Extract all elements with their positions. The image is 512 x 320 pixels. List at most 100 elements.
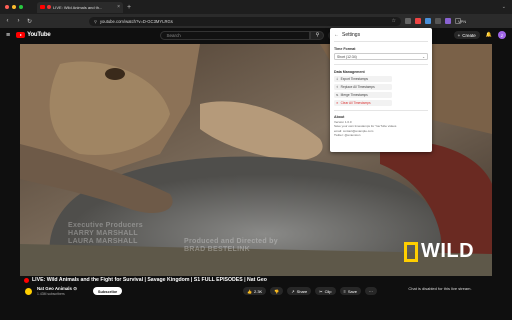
extensions-puzzle-icon[interactable] [435, 18, 441, 24]
youtube-favicon-icon [40, 5, 45, 9]
clip-label: Clip [324, 288, 332, 294]
create-button[interactable]: + Create [453, 31, 480, 39]
time-format-select[interactable]: Short (12:34) ⌄ [334, 53, 428, 60]
save-label: Save [347, 288, 357, 294]
bookmark-star-icon[interactable]: ☆ [392, 18, 396, 24]
divider [334, 109, 428, 110]
clip-button[interactable]: ✂ Clip [315, 287, 336, 295]
time-format-label: Time Format [334, 47, 356, 51]
about-line[interactable]: Twitter: @extension [334, 133, 428, 137]
back-arrow-icon[interactable]: ← [334, 32, 339, 38]
export-timestamps-button[interactable]: ⇩ Export Timestamps [334, 75, 392, 82]
credits-executive-producers: Executive Producers HARRY MARSHALL LAURA… [68, 222, 143, 246]
browser-tab-bar: LIVE: Wild Animals and th... × + ⌄ [0, 0, 512, 14]
thumbs-up-icon: 👍 [247, 288, 252, 294]
credits-name: BRAD BESTELINK [184, 246, 251, 253]
time-format-value: Short (12:34) [337, 54, 357, 59]
youtube-header: ≡ YouTube Search ⚲ ● + Create 🔔 Z [0, 28, 512, 42]
merge-timestamps-button[interactable]: ⇅ Merge Timestamps [334, 91, 392, 98]
export-timestamps-label: Export Timestamps [340, 76, 368, 81]
video-actions: 👍 2.3K 👎 ↗ Share ✂ Clip ≡ Save ··· [243, 287, 377, 295]
close-window-button[interactable] [5, 5, 9, 9]
video-title: LIVE: Wild Animals and the Fight for Sur… [24, 277, 267, 283]
subscribe-button[interactable]: Subscribe [92, 287, 123, 295]
zoom-window-button[interactable] [19, 5, 23, 9]
like-button[interactable]: 👍 2.3K [243, 287, 267, 295]
account-avatar[interactable]: Z [498, 31, 506, 39]
youtube-logo[interactable]: YouTube [16, 32, 51, 38]
clear-icon: ✕ [336, 100, 339, 105]
plus-icon: + [457, 32, 461, 38]
minimize-window-button[interactable] [12, 5, 16, 9]
data-management-label: Data Management [334, 69, 365, 74]
save-playlist-icon: ≡ [343, 288, 346, 294]
youtube-play-icon [16, 32, 26, 38]
save-button[interactable]: ≡ Save [339, 287, 361, 295]
upload-icon: ⇧ [336, 84, 339, 89]
channel-row: Nat Geo Animals ⊙ 1.43M subscribers Subs… [24, 286, 123, 296]
vpn-badge[interactable]: VPN [455, 18, 466, 24]
tab-close-icon[interactable]: × [117, 4, 120, 10]
video-title-text: LIVE: Wild Animals and the Fight for Sur… [32, 277, 267, 283]
share-icon: ↗ [291, 288, 295, 294]
browser-profile-avatar[interactable] [445, 18, 451, 24]
share-label: Share [296, 288, 308, 294]
browser-tab[interactable]: LIVE: Wild Animals and th... × [37, 1, 123, 13]
url-text[interactable]: youtube.com/watch?v=D-GC3MYLRGs [100, 19, 173, 24]
credits-heading: Produced and Directed by [184, 238, 278, 245]
site-info-icon[interactable]: ⚲ [94, 19, 97, 24]
like-count: 2.3K [253, 288, 263, 294]
credits-producer-director: Produced and Directed by BRAD BESTELINK [184, 238, 278, 254]
divider [334, 64, 428, 65]
chat-disabled-notice: Chat is disabled for this live stream. [408, 285, 472, 291]
youtube-logo-text: YouTube [27, 32, 51, 38]
recording-indicator-icon [47, 5, 51, 9]
dislike-button[interactable]: 👎 [270, 287, 284, 295]
replace-timestamps-button[interactable]: ⇧ Replace All Timestamps [334, 83, 392, 90]
credits-heading: Executive Producers [68, 222, 143, 229]
extension-red-icon[interactable] [415, 18, 421, 24]
credits-name: HARRY MARSHALL [68, 230, 138, 237]
share-button[interactable]: ↗ Share [287, 287, 312, 295]
about-label: About [334, 115, 345, 119]
merge-timestamps-label: Merge Timestamps [340, 92, 368, 97]
search-input[interactable]: Search [160, 30, 311, 40]
new-tab-button[interactable]: + [127, 4, 131, 11]
wild-word: WILD [421, 240, 475, 262]
more-actions-button[interactable]: ··· [364, 287, 377, 295]
channel-info: Nat Geo Animals ⊙ 1.43M subscribers [37, 286, 77, 296]
extension-icon[interactable] [405, 18, 411, 24]
subscriber-count: 1.43M subscribers [37, 292, 65, 296]
extensions-area: VPN [405, 18, 466, 24]
search-icon: ⚲ [315, 32, 320, 38]
natgeo-wild-watermark: WILD [404, 240, 474, 263]
live-indicator-icon [24, 277, 29, 283]
settings-header: ← Settings [334, 32, 428, 42]
menu-icon[interactable]: ≡ [6, 32, 10, 39]
header-actions: + Create 🔔 Z [453, 31, 506, 39]
forward-button[interactable]: › [15, 18, 22, 24]
replace-timestamps-label: Replace All Timestamps [340, 84, 375, 89]
reload-button[interactable]: ↻ [26, 18, 33, 25]
address-bar[interactable]: ⚲ youtube.com/watch?v=D-GC3MYLRGs ☆ [89, 16, 401, 26]
window-controls [0, 5, 23, 9]
clear-timestamps-label: Clear All Timestamps [340, 100, 371, 105]
clear-timestamps-button[interactable]: ✕ Clear All Timestamps [334, 99, 392, 106]
tab-title: LIVE: Wild Animals and th... [53, 4, 103, 10]
search-button[interactable]: ⚲ [310, 30, 325, 40]
merge-icon: ⇅ [336, 92, 339, 97]
download-icon: ⇩ [336, 76, 339, 81]
browser-toolbar: ‹ › ↻ ⚲ youtube.com/watch?v=D-GC3MYLRGs … [0, 14, 512, 28]
thumbs-down-icon: 👎 [274, 288, 280, 294]
scissors-icon: ✂ [319, 288, 323, 294]
extension-blue-icon[interactable] [425, 18, 431, 24]
back-button[interactable]: ‹ [4, 18, 11, 24]
settings-panel: ← Settings Time Format Short (12:34) ⌄ D… [330, 28, 432, 152]
settings-title: Settings [342, 32, 361, 38]
tab-search-chevron-icon[interactable]: ⌄ [502, 4, 506, 10]
chevron-down-icon: ⌄ [422, 54, 425, 59]
notifications-bell-icon[interactable]: 🔔 [486, 32, 492, 38]
channel-avatar[interactable] [24, 286, 33, 296]
credits-name: LAURA MARSHALL [68, 238, 138, 245]
natgeo-frame-icon [404, 241, 418, 262]
